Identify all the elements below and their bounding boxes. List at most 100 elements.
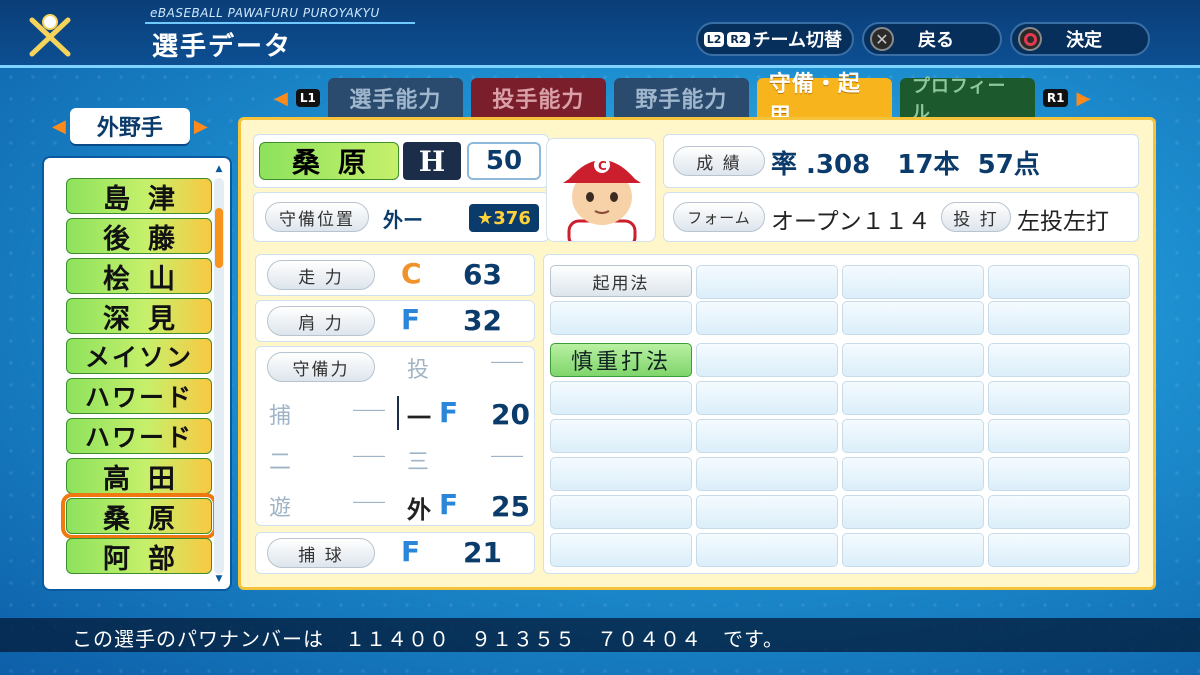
list-item-selected[interactable]: 桑原 [61, 493, 217, 539]
fielding-third-value: ―― [491, 446, 523, 465]
skill-slot [842, 343, 984, 377]
speed-rank: C [401, 257, 422, 290]
fielding-p-pos: 投 [407, 358, 430, 383]
skill-slot [988, 533, 1130, 567]
tab-batter-ability[interactable]: 選手能力 [327, 78, 463, 118]
hand-value: 左投左打 [1017, 209, 1109, 235]
scroll-down-icon[interactable]: ▼ [214, 574, 224, 584]
player-detail-panel: 桑原 H 50 守備位置 外ー ★ 376 C 成 績 率 .308 17本 57… [238, 117, 1156, 590]
cross-button-icon: ✕ [870, 27, 894, 51]
team-switch-button[interactable]: L2 R2 チーム切替 [695, 22, 854, 56]
usage-label: 起用法 [550, 265, 692, 297]
skill-slot [696, 381, 838, 415]
skill-slot [550, 495, 692, 529]
scroll-up-icon[interactable]: ▲ [214, 164, 224, 174]
list-item[interactable]: ハワード [66, 418, 212, 454]
skill-slot [842, 533, 984, 567]
fielding-second-value: ―― [353, 446, 385, 465]
speed-value: 63 [463, 258, 502, 291]
skill-item[interactable]: 慎重打法 [550, 343, 692, 377]
position-value: 外ー [383, 208, 423, 232]
skill-slot [842, 495, 984, 529]
list-scrollbar[interactable] [214, 178, 224, 574]
skill-slot [550, 381, 692, 415]
page-title: 選手データ [152, 32, 293, 62]
skill-slot [696, 301, 838, 335]
skill-slot [550, 457, 692, 491]
position-label[interactable]: 外野手 [69, 108, 190, 144]
fielding-label: 守備力 [267, 352, 375, 382]
skill-slot [988, 265, 1130, 299]
team-switch-label: チーム切替 [752, 30, 842, 51]
record-label-button: 成 績 [673, 146, 765, 176]
skill-slot [842, 265, 984, 299]
tab-bar: ◀ L1 選手能力 投手能力 野手能力 守備・起用 プロフィール R1 ▶ [274, 72, 1090, 129]
skill-slot [988, 419, 1130, 453]
list-item[interactable]: 後藤 [66, 218, 212, 255]
skill-slot [550, 419, 692, 453]
position-label-button: 守備位置 [265, 202, 369, 232]
brand-text: eBASEBALL PAWAFURU PUROYAKYU [150, 6, 380, 20]
back-label: 戻る [918, 30, 954, 51]
list-item[interactable]: 桧山 [66, 258, 212, 295]
catching-rank: F [401, 535, 421, 568]
l1-key-icon: L1 [295, 89, 320, 107]
circle-button-icon [1018, 27, 1042, 51]
position-prev-icon[interactable]: ◀ [52, 116, 66, 137]
fielding-divider [397, 396, 399, 430]
fielding-first-pos: 一 [407, 404, 431, 432]
position-selector: ◀ 外野手 ▶ [52, 108, 208, 144]
position-next-icon[interactable]: ▶ [194, 116, 208, 137]
arm-value: 32 [463, 304, 502, 337]
skill-slot [842, 457, 984, 491]
scroll-thumb[interactable] [215, 208, 223, 268]
skill-slot [696, 495, 838, 529]
fielding-ss-pos: 遊 [269, 496, 292, 521]
tab-right-arrow-icon[interactable]: ▶ [1076, 88, 1090, 109]
hand-label-button: 投 打 [941, 202, 1011, 232]
skill-slot [988, 457, 1130, 491]
skill-slot [696, 265, 838, 299]
skill-slot [696, 457, 838, 491]
footer-bar: この選手のパワナンバーは １１４００ ９１３５５ ７０４０４ です。 [0, 618, 1200, 652]
crossed-bats-icon [29, 14, 71, 57]
back-button[interactable]: ✕ 戻る [862, 22, 1002, 56]
skill-slot [842, 381, 984, 415]
list-item[interactable]: 阿部 [66, 538, 212, 575]
svg-text:C: C [598, 159, 607, 173]
brand-underline [145, 22, 415, 24]
list-item[interactable]: 高田 [66, 458, 212, 495]
list-item[interactable]: 島津 [66, 178, 212, 215]
skill-slot [988, 495, 1130, 529]
skill-slot [988, 381, 1130, 415]
tab-left-arrow-icon[interactable]: ◀ [274, 88, 288, 109]
speed-label: 走 力 [267, 260, 375, 290]
tab-fielder-ability[interactable]: 野手能力 [613, 78, 749, 118]
fielding-c-pos: 捕 [269, 404, 292, 429]
player-list: 島津 後藤 桧山 深見 メイソン ハワード ハワード 高田 桑原 阿部 ▲ ▼ [42, 156, 232, 591]
l2-key-icon: L2 [703, 31, 725, 47]
tab-profile[interactable]: プロフィール [899, 76, 1035, 123]
header-bar: eBASEBALL PAWAFURU PUROYAKYU 選手データ L2 R2… [0, 0, 1200, 68]
list-item[interactable]: 深見 [66, 298, 212, 335]
star-icon: ★ [477, 207, 494, 229]
arm-rank: F [401, 303, 421, 336]
header-buttons: L2 R2 チーム切替 ✕ 戻る 決定 [695, 22, 1150, 56]
tab-pitcher-ability[interactable]: 投手能力 [470, 78, 606, 118]
list-item[interactable]: ハワード [66, 378, 212, 414]
tab-defense-usage[interactable]: 守備・起用 [756, 72, 892, 129]
skill-slot [550, 301, 692, 335]
skills-grid: 起用法 慎重打法 [543, 254, 1139, 574]
fielding-p-value: ―― [491, 352, 523, 371]
fielding-of-rank: F [439, 488, 459, 521]
fielding-second-pos: 二 [269, 450, 292, 475]
confirm-label: 決定 [1066, 30, 1102, 51]
skill-slot [696, 343, 838, 377]
form-value: オープン１１４ [771, 209, 931, 235]
form-label-button: フォーム [673, 202, 765, 232]
list-item[interactable]: メイソン [66, 338, 212, 374]
fielding-third-pos: 三 [407, 450, 430, 475]
player-face-icon: C [563, 157, 641, 241]
record-value: 率 .308 17本 57点 [771, 150, 1040, 180]
confirm-button[interactable]: 決定 [1010, 22, 1150, 56]
